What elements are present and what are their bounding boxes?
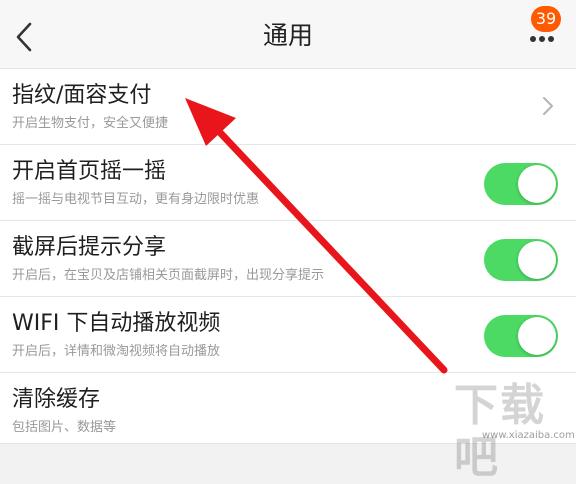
setting-label: WIFI 下自动播放视频 xyxy=(12,311,221,336)
shake-toggle-switch[interactable] xyxy=(484,163,558,205)
toggle-knob xyxy=(518,317,556,355)
page-title: 通用 xyxy=(262,21,313,50)
setting-row-wifi-autoplay: WIFI 下自动播放视频 开启后，详情和微淘视频将自动播放 xyxy=(0,297,576,373)
toggle-knob xyxy=(518,241,556,279)
watermark-url: www.xiazaiba.com xyxy=(482,430,575,441)
setting-description: 摇一摇与电视节目互动，更有身边限时优惠 xyxy=(12,192,260,207)
setting-label: 开启首页摇一摇 xyxy=(12,159,167,184)
setting-description: 开启生物支付，安全又便捷 xyxy=(12,116,169,131)
setting-description: 开启后，在宝贝及店铺相关页面截屏时，出现分享提示 xyxy=(12,268,325,283)
navigation-bar: 通用 39 xyxy=(0,0,576,69)
setting-label: 指纹/面容支付 xyxy=(12,83,152,108)
setting-description: 包括图片、数据等 xyxy=(12,420,117,435)
setting-label: 清除缓存 xyxy=(12,387,101,412)
notification-badge: 39 xyxy=(531,6,561,32)
wifi-autoplay-toggle-switch[interactable] xyxy=(484,315,558,357)
setting-row-screenshot-share: 截屏后提示分享 开启后，在宝贝及店铺相关页面截屏时，出现分享提示 xyxy=(0,221,576,297)
setting-row-homepage-shake: 开启首页摇一摇 摇一摇与电视节目互动，更有身边限时优惠 xyxy=(0,145,576,221)
chevron-right-icon xyxy=(543,97,553,115)
toggle-knob xyxy=(518,165,556,203)
setting-row-biometric-payment[interactable]: 指纹/面容支付 开启生物支付，安全又便捷 xyxy=(0,69,576,145)
screenshot-share-toggle-switch[interactable] xyxy=(484,239,558,281)
setting-description: 开启后，详情和微淘视频将自动播放 xyxy=(12,344,221,359)
setting-label: 截屏后提示分享 xyxy=(12,235,167,260)
